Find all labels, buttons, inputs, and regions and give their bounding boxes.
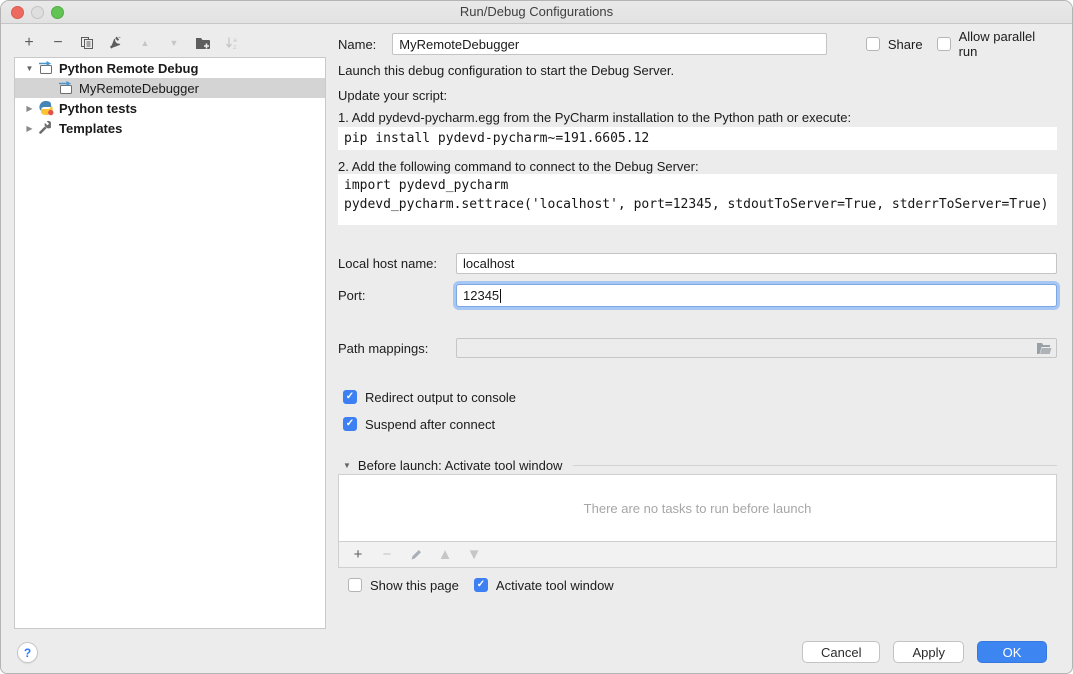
help-icon: ? xyxy=(24,646,31,660)
remove-task-icon: − xyxy=(379,547,395,563)
configurations-tree: ▼ Python Remote Debug MyRemoteDebugger ▶… xyxy=(14,57,326,629)
expand-collapse-icon[interactable]: ▼ xyxy=(24,64,35,73)
settrace-code: import pydevd_pycharm pydevd_pycharm.set… xyxy=(338,174,1057,225)
text-caret xyxy=(500,289,501,303)
tree-item-myremotedebugger[interactable]: MyRemoteDebugger xyxy=(15,78,325,98)
local-host-name-input[interactable] xyxy=(456,253,1057,274)
instruction-step-1: 1. Add pydevd-pycharm.egg from the PyCha… xyxy=(338,110,851,125)
remote-debug-icon xyxy=(58,80,74,96)
configurations-toolbar: + − ▲ ▼ az xyxy=(21,33,240,53)
tree-item-templates[interactable]: ▶ Templates xyxy=(15,118,325,138)
window-title: Run/Debug Configurations xyxy=(1,1,1072,23)
show-this-page-label: Show this page xyxy=(370,578,459,593)
edit-task-icon xyxy=(408,547,424,563)
cancel-button[interactable]: Cancel xyxy=(802,641,880,663)
share-checkbox[interactable] xyxy=(866,37,880,51)
redirect-output-checkbox[interactable]: ✓ xyxy=(343,390,357,404)
minimize-button xyxy=(31,6,44,19)
sort-configurations-icon: az xyxy=(224,35,240,51)
close-button[interactable] xyxy=(11,6,24,19)
settrace-code-line-1: import pydevd_pycharm xyxy=(344,176,1051,195)
pip-install-code: pip install pydevd-pycharm~=191.6605.12 xyxy=(338,127,1057,150)
help-button[interactable]: ? xyxy=(17,642,38,663)
remove-configuration-icon[interactable]: − xyxy=(50,35,66,51)
remote-debug-icon xyxy=(38,60,54,76)
tree-item-label: Python Remote Debug xyxy=(59,61,198,76)
run-debug-configurations-dialog: Run/Debug Configurations + − ▲ ▼ az ▼ Py… xyxy=(0,0,1073,674)
check-icon: ✓ xyxy=(346,419,354,429)
name-input[interactable] xyxy=(392,33,827,55)
wrench-icon xyxy=(38,120,54,136)
tree-item-python-tests[interactable]: ▶ Python tests xyxy=(15,98,325,118)
activate-tool-window-checkbox[interactable]: ✓ xyxy=(474,578,488,592)
share-label: Share xyxy=(888,37,923,52)
before-launch-title: Before launch: Activate tool window xyxy=(358,458,563,473)
section-divider xyxy=(573,465,1057,466)
add-task-icon[interactable]: + xyxy=(350,547,366,563)
tree-item-label: MyRemoteDebugger xyxy=(79,81,199,96)
suspend-after-connect-label: Suspend after connect xyxy=(365,417,495,432)
allow-parallel-run-checkbox[interactable] xyxy=(937,37,951,51)
tree-item-label: Templates xyxy=(59,121,122,136)
port-value: 12345 xyxy=(463,288,499,303)
expand-collapse-icon[interactable]: ▶ xyxy=(24,104,35,113)
new-folder-icon[interactable] xyxy=(195,35,211,51)
check-icon: ✓ xyxy=(346,392,354,402)
python-tests-icon xyxy=(38,100,54,116)
empty-tasks-text: There are no tasks to run before launch xyxy=(584,501,812,516)
svg-text:z: z xyxy=(233,43,237,50)
browse-folder-icon[interactable] xyxy=(1036,342,1052,355)
apply-button[interactable]: Apply xyxy=(893,641,964,663)
move-down-icon: ▼ xyxy=(166,35,182,51)
expand-collapse-icon[interactable]: ▶ xyxy=(24,124,35,133)
path-mappings-label: Path mappings: xyxy=(338,341,428,356)
before-launch-task-list[interactable]: There are no tasks to run before launch xyxy=(338,474,1057,542)
add-configuration-icon[interactable]: + xyxy=(21,35,37,51)
ok-button[interactable]: OK xyxy=(977,641,1047,663)
zoom-button[interactable] xyxy=(51,6,64,19)
tree-item-label: Python tests xyxy=(59,101,137,116)
port-label: Port: xyxy=(338,288,365,303)
show-this-page-checkbox[interactable] xyxy=(348,578,362,592)
title-bar[interactable]: Run/Debug Configurations xyxy=(1,1,1072,24)
check-icon: ✓ xyxy=(477,580,485,590)
suspend-after-connect-checkbox[interactable]: ✓ xyxy=(343,417,357,431)
copy-configuration-icon[interactable] xyxy=(79,35,95,51)
tree-item-python-remote-debug[interactable]: ▼ Python Remote Debug xyxy=(15,58,325,78)
port-input[interactable]: 12345 xyxy=(456,284,1057,307)
move-up-icon: ▲ xyxy=(137,35,153,51)
collapse-section-icon[interactable]: ▼ xyxy=(343,461,351,470)
local-host-name-label: Local host name: xyxy=(338,256,437,271)
activate-tool-window-label: Activate tool window xyxy=(496,578,614,593)
move-task-up-icon: ▲ xyxy=(437,547,453,563)
allow-parallel-run-label: Allow parallel run xyxy=(959,29,1057,59)
instruction-line-2: Update your script: xyxy=(338,88,447,103)
name-label: Name: xyxy=(338,37,376,52)
redirect-output-label: Redirect output to console xyxy=(365,390,516,405)
before-launch-toolbar: + − ▲ ▼ xyxy=(338,542,1057,568)
instruction-step-2: 2. Add the following command to connect … xyxy=(338,159,699,174)
edit-defaults-icon[interactable] xyxy=(108,35,124,51)
move-task-down-icon: ▼ xyxy=(466,547,482,563)
path-mappings-input[interactable] xyxy=(456,338,1057,358)
settrace-code-line-2: pydevd_pycharm.settrace('localhost', por… xyxy=(344,195,1051,214)
instruction-line-1: Launch this debug configuration to start… xyxy=(338,63,674,78)
